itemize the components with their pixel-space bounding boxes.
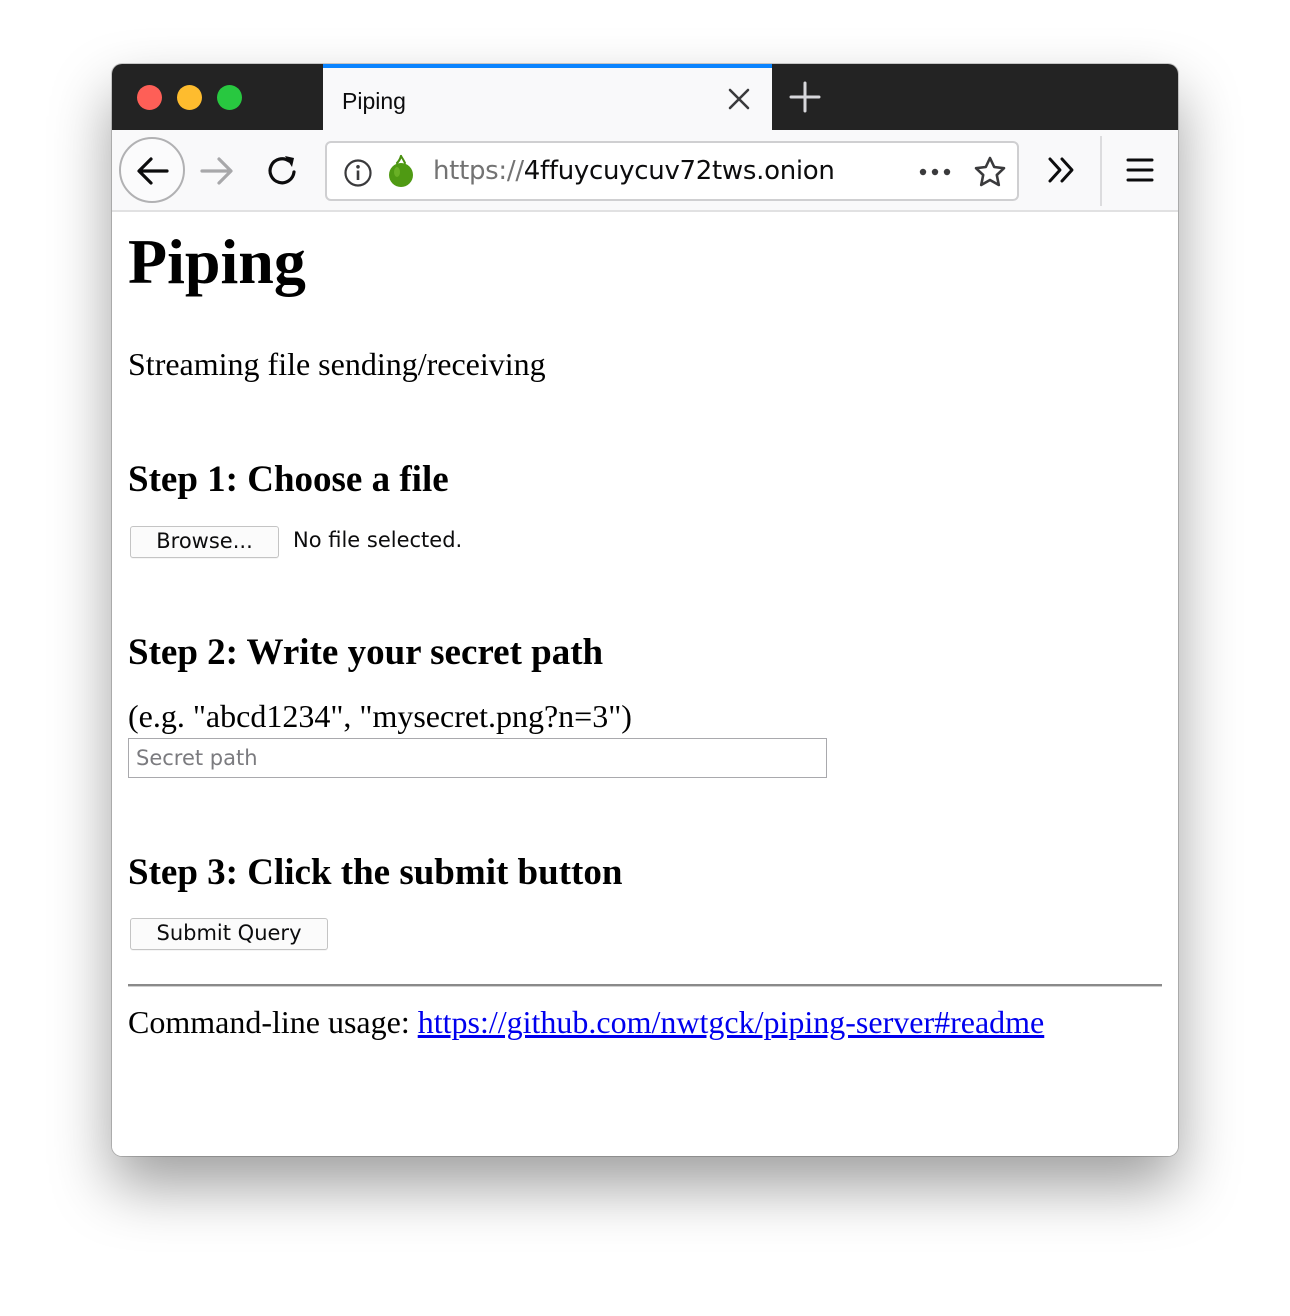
back-arrow-icon: [137, 157, 169, 185]
tab-strip: Piping: [112, 64, 1178, 130]
toolbar-separator: [1100, 136, 1102, 206]
close-icon[interactable]: [726, 86, 752, 112]
page-title: Piping: [128, 226, 306, 297]
secret-path-input[interactable]: [128, 738, 827, 778]
page-subtitle: Streaming file sending/receiving: [128, 346, 546, 382]
submit-button[interactable]: Submit Query: [130, 918, 328, 950]
browser-window: Piping https://4ffuycuycuv72tws.onion Pi…: [112, 64, 1178, 1156]
plus-icon[interactable]: [788, 80, 822, 114]
info-icon[interactable]: [343, 158, 373, 188]
url-host: 4ffuycuycuv72tws.onion: [523, 156, 835, 186]
divider: [128, 984, 1162, 987]
readme-link[interactable]: https://github.com/nwtgck/piping-server#…: [418, 1004, 1045, 1040]
reload-button[interactable]: [263, 152, 301, 190]
step2-heading: Step 2: Write your secret path: [128, 632, 604, 673]
browse-button[interactable]: Browse...: [130, 526, 279, 558]
back-button[interactable]: [119, 137, 185, 203]
star-icon[interactable]: [973, 155, 1007, 189]
nav-toolbar: https://4ffuycuycuv72tws.onion: [112, 130, 1178, 212]
hamburger-menu-icon[interactable]: [1124, 154, 1156, 186]
window-maximize-button[interactable]: [217, 85, 242, 110]
forward-button[interactable]: [198, 152, 236, 190]
step1-heading: Step 1: Choose a file: [128, 459, 449, 500]
window-close-button[interactable]: [137, 85, 162, 110]
double-chevron-icon[interactable]: [1044, 154, 1080, 186]
url-text[interactable]: https://4ffuycuycuv72tws.onion: [433, 156, 835, 186]
reload-icon: [268, 156, 296, 185]
url-bar[interactable]: https://4ffuycuycuv72tws.onion: [325, 141, 1019, 201]
window-minimize-button[interactable]: [177, 85, 202, 110]
onion-icon[interactable]: [385, 154, 417, 188]
secret-path-hint: (e.g. "abcd1234", "mysecret.png?n=3"): [128, 698, 632, 734]
tab-piping[interactable]: Piping: [323, 64, 772, 130]
footer-label: Command-line usage:: [128, 1004, 418, 1040]
footer: Command-line usage: https://github.com/n…: [128, 1002, 1044, 1042]
tab-title: Piping: [342, 88, 406, 114]
file-status-text: No file selected.: [293, 528, 463, 552]
page-content: Piping Streaming file sending/receiving …: [112, 212, 1178, 1156]
step3-heading: Step 3: Click the submit button: [128, 852, 623, 893]
forward-arrow-icon: [200, 157, 233, 185]
url-scheme: https://: [433, 156, 524, 186]
more-dots-icon[interactable]: [917, 161, 953, 183]
